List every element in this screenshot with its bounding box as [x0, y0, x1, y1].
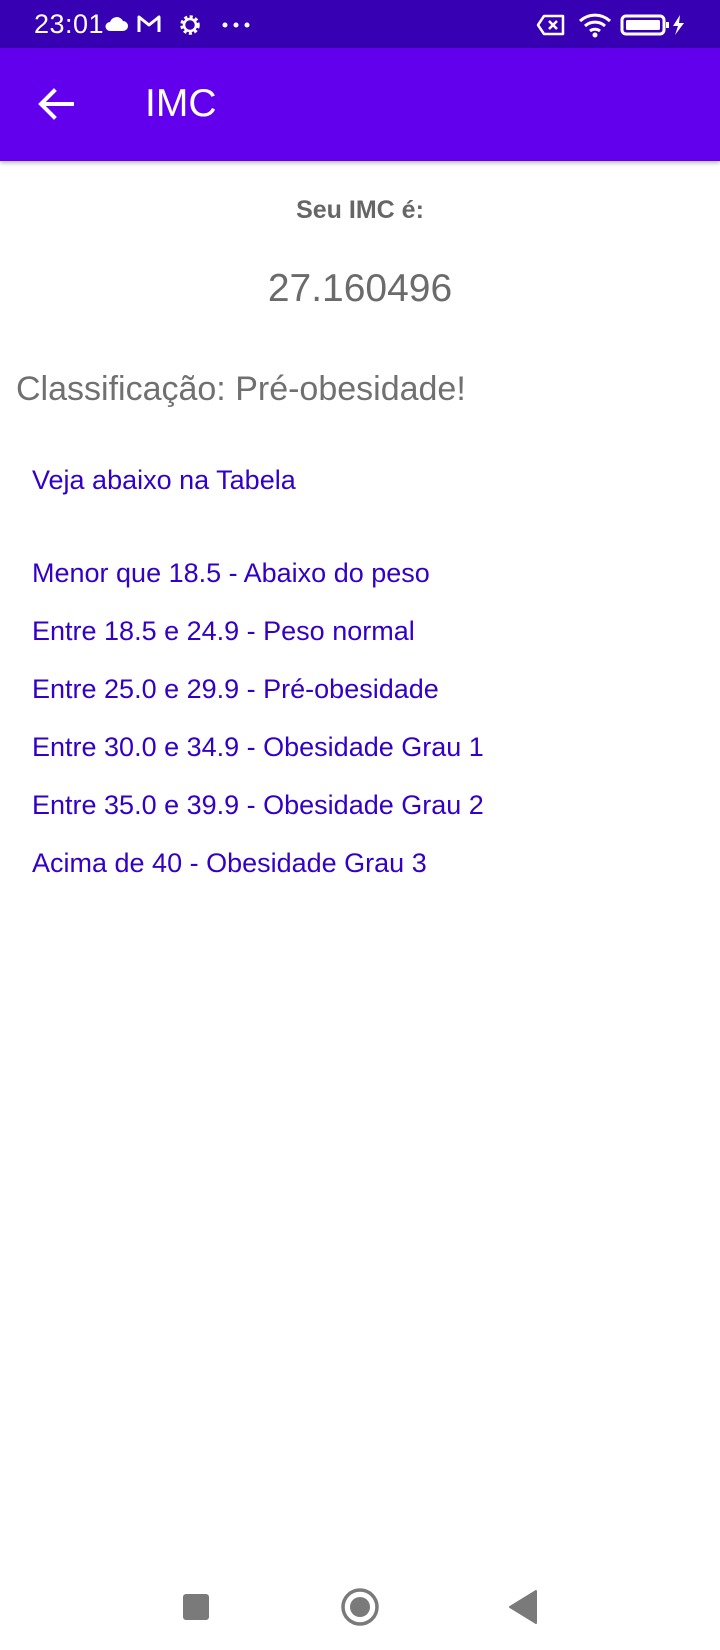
imc-value: 27.160496	[267, 267, 453, 310]
table-row: Entre 25.0 e 29.9 - Pré-obesidade	[32, 674, 439, 704]
table-row: Entre 30.0 e 34.9 - Obesidade Grau 1	[32, 732, 484, 762]
navigation-bar	[0, 1570, 720, 1640]
recents-square-icon[interactable]	[174, 1585, 218, 1629]
classification-text: Classificação: Pré-obesidade!	[16, 370, 466, 408]
bmi-table: Menor que 18.5 - Abaixo do peso Entre 18…	[32, 555, 484, 903]
battery-charging-icon	[620, 14, 684, 36]
more-dots-icon	[222, 22, 250, 28]
settings-gear-icon	[180, 15, 200, 35]
page-title: IMC	[145, 82, 217, 125]
wifi-icon	[578, 13, 612, 38]
imc-screen: 23:01 IMC Seu IMC é: 27.160496 Classific…	[0, 0, 720, 1650]
home-circle-icon[interactable]	[338, 1585, 382, 1629]
imc-label: Seu IMC é:	[296, 196, 424, 224]
table-row: Entre 18.5 e 24.9 - Peso normal	[32, 616, 415, 646]
status-bar: 23:01	[0, 0, 720, 48]
status-time: 23:01	[34, 9, 105, 39]
back-triangle-icon[interactable]	[502, 1585, 546, 1629]
back-arrow-button[interactable]	[26, 74, 86, 134]
gmail-icon	[137, 15, 161, 32]
table-intro: Veja abaixo na Tabela	[32, 465, 296, 495]
table-row: Acima de 40 - Obesidade Grau 3	[32, 848, 427, 878]
sim-error-icon	[536, 14, 565, 36]
table-row: Entre 35.0 e 39.9 - Obesidade Grau 2	[32, 790, 484, 820]
cloud-icon	[105, 17, 128, 31]
table-row: Menor que 18.5 - Abaixo do peso	[32, 558, 430, 588]
app-bar: IMC	[0, 48, 720, 161]
